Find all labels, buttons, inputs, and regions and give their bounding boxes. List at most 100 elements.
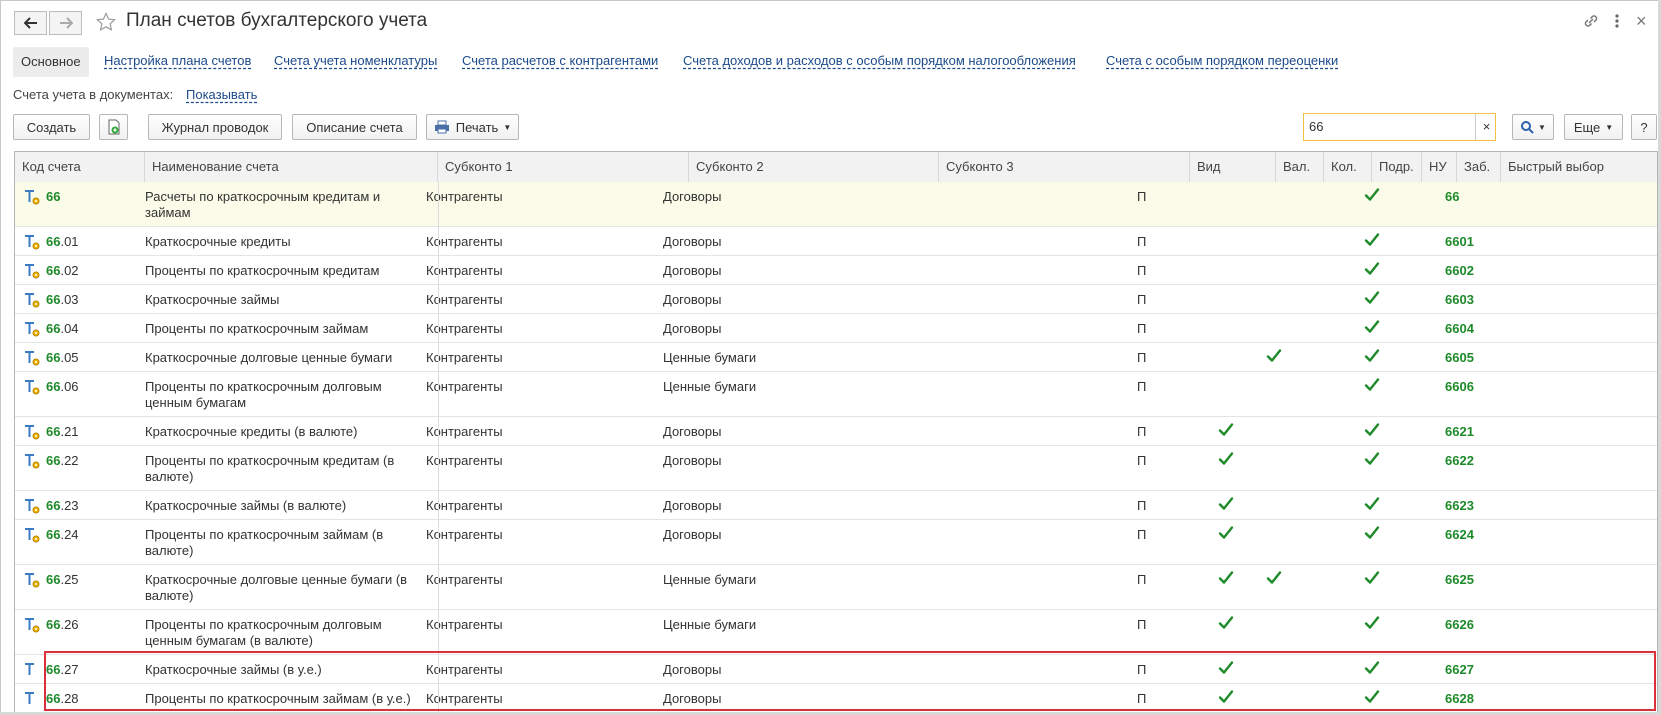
table-row[interactable]: 66.05 Краткосрочные долговые ценные бума… [15,343,1657,372]
close-icon[interactable]: × [1636,12,1647,30]
tax-check-icon [1364,187,1380,203]
more-label: Еще [1573,119,1601,135]
quick-select-value: 66 [1445,189,1460,204]
col-code[interactable]: Код счета [15,152,145,182]
subconto2-value: Договоры [663,691,722,706]
subconto2-value: Договоры [663,292,722,307]
search-input[interactable]: 66 [1303,113,1496,141]
account-type-icon [23,423,41,441]
account-name: Краткосрочные долговые ценные бумаги [145,350,393,365]
account-kind: П [1137,527,1147,542]
account-kind: П [1137,424,1147,439]
table-row[interactable]: 66.22 Проценты по краткосрочным кредитам… [15,446,1657,491]
search-options-button[interactable]: ▼ [1512,114,1554,140]
table-row[interactable]: 66.24 Проценты по краткосрочным займам (… [15,520,1657,565]
tab-counterparty-accounts[interactable]: Счета расчетов с контрагентами [462,47,658,75]
account-name: Краткосрочные кредиты (в валюте) [145,424,358,439]
col-subconto3[interactable]: Субконто 3 [939,152,1190,182]
forward-button[interactable] [49,11,82,35]
tab-main[interactable]: Основное [13,47,89,77]
quantity-check-icon [1266,570,1282,586]
col-offbalance[interactable]: Заб. [1457,152,1501,182]
table-row[interactable]: 66.25 Краткосрочные долговые ценные бума… [15,565,1657,610]
account-code: 66.21 [46,424,79,439]
account-name: Краткосрочные займы [145,292,280,307]
currency-check-icon [1218,615,1234,631]
link-icon[interactable] [1582,12,1600,35]
account-name: Расчеты по краткосрочным кредитам и займ… [145,189,381,220]
table-row[interactable]: 66.21 Краткосрочные кредиты (в валюте) К… [15,417,1657,446]
col-quick-select[interactable]: Быстрый выбор [1501,152,1657,182]
account-kind: П [1137,379,1147,394]
account-kind: П [1137,662,1147,677]
col-tax[interactable]: НУ [1422,152,1457,182]
quick-select-value: 6602 [1445,263,1474,278]
account-code: 66.02 [46,263,79,278]
tax-check-icon [1364,319,1380,335]
tab-nomenclature-accounts[interactable]: Счета учета номенклатуры [274,47,437,75]
account-code: 66.26 [46,617,79,632]
table-row[interactable]: 66.03 Краткосрочные займы Контрагенты До… [15,285,1657,314]
table-row[interactable]: 66.01 Краткосрочные кредиты Контрагенты … [15,227,1657,256]
copy-button[interactable] [99,114,128,140]
account-name: Проценты по краткосрочным займам [145,321,369,336]
col-subconto1[interactable]: Субконто 1 [438,152,689,182]
tab-chart-settings[interactable]: Настройка плана счетов [104,47,251,75]
col-kind[interactable]: Вид [1190,152,1276,182]
col-currency[interactable]: Вал. [1276,152,1324,182]
account-type-icon [23,320,41,338]
col-subdivision[interactable]: Подр. [1372,152,1422,182]
journal-button[interactable]: Журнал проводок [148,114,282,140]
table-row[interactable]: 66.04 Проценты по краткосрочным займам К… [15,314,1657,343]
table-row[interactable]: 66 Расчеты по краткосрочным кредитам и з… [15,182,1657,227]
table-row[interactable]: 66.23 Краткосрочные займы (в валюте) Кон… [15,491,1657,520]
quick-select-value: 6606 [1445,379,1474,394]
account-kind: П [1137,263,1147,278]
account-kind: П [1137,234,1147,249]
col-quantity[interactable]: Кол. [1324,152,1372,182]
quick-select-value: 6603 [1445,292,1474,307]
help-button[interactable]: ? [1631,114,1657,140]
table-row[interactable]: 66.26 Проценты по краткосрочным долговым… [15,610,1657,655]
account-name: Краткосрочные кредиты [145,234,291,249]
star-icon[interactable] [96,12,116,35]
currency-check-icon [1218,525,1234,541]
print-label: Печать [455,119,499,135]
table-row[interactable]: 66.27 Краткосрочные займы (в у.е.) Контр… [15,655,1657,684]
col-subconto2[interactable]: Субконто 2 [689,152,939,182]
subconto2-value: Договоры [663,424,722,439]
col-name[interactable]: Наименование счета [145,152,438,182]
account-kind: П [1137,350,1147,365]
account-code: 66.25 [46,572,79,587]
clear-search-button[interactable]: × [1475,114,1497,140]
tax-check-icon [1364,496,1380,512]
subconto2-value: Ценные бумаги [663,572,757,587]
subconto2-value: Ценные бумаги [663,617,757,632]
table-row[interactable]: 66.28 Проценты по краткосрочным займам (… [15,684,1657,713]
account-type-icon [23,378,41,396]
tax-check-icon [1364,377,1380,393]
account-description-button[interactable]: Описание счета [292,114,417,140]
more-button[interactable]: Еще ▼ [1564,114,1623,140]
table-header: Код счета Наименование счета Субконто 1 … [15,152,1657,183]
currency-check-icon [1218,451,1234,467]
quick-select-value: 6625 [1445,572,1474,587]
print-button[interactable]: Печать ▼ [426,114,519,140]
account-name: Краткосрочные займы (в у.е.) [145,662,322,677]
subconto2-value: Ценные бумаги [663,379,757,394]
back-button[interactable] [14,11,47,35]
subconto2-value: Договоры [663,527,722,542]
more-vertical-icon[interactable] [1614,12,1620,35]
table-row[interactable]: 66.06 Проценты по краткосрочным долговым… [15,372,1657,417]
accounts-in-docs-link[interactable]: Показывать [186,87,257,102]
create-button[interactable]: Создать [13,114,90,140]
tax-check-icon [1364,570,1380,586]
quick-select-value: 6604 [1445,321,1474,336]
account-code: 66.28 [46,691,79,706]
tab-revaluation-accounts[interactable]: Счета с особым порядком переоценки [1106,47,1338,75]
account-name: Проценты по краткосрочным кредитам (в ва… [145,453,395,484]
tax-check-icon [1364,261,1380,277]
table-row[interactable]: 66.02 Проценты по краткосрочным кредитам… [15,256,1657,285]
account-type-icon [23,188,41,206]
tab-income-expense-accounts[interactable]: Счета доходов и расходов с особым порядк… [683,47,1076,75]
